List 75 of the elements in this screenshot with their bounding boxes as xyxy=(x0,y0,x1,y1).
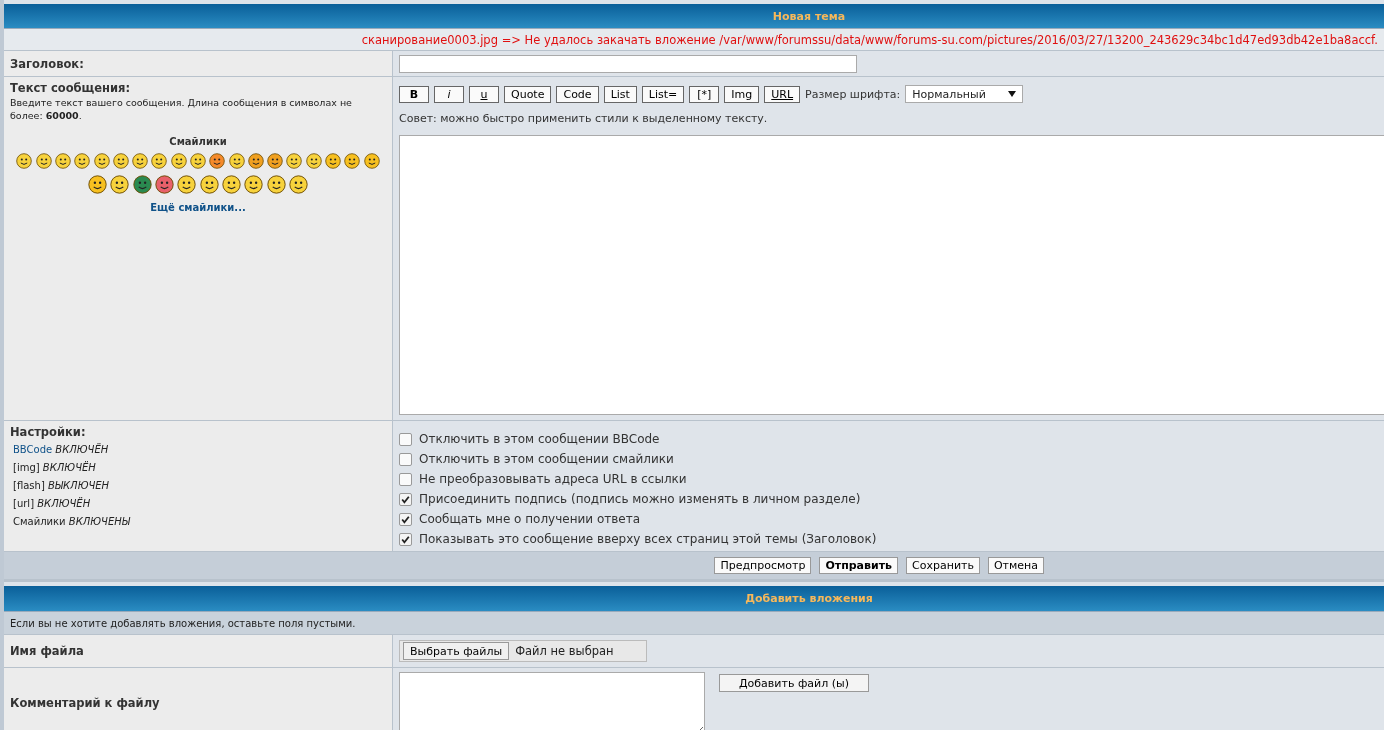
option-checkbox[interactable]: Сообщать мне о получении ответа xyxy=(399,509,1378,529)
format-button[interactable]: List= xyxy=(641,85,685,103)
message-hint: Введите текст вашего сообщения. Длина сообщения в символах не более: 60000. xyxy=(10,96,353,122)
smiley-icon[interactable] xyxy=(209,153,226,169)
smilies-title: Смайлики xyxy=(168,136,228,147)
option-checkbox[interactable]: Показывать это сообщение вверху всех страниц этой темы (Заголовок) xyxy=(399,529,1378,549)
smiley-icon[interactable] xyxy=(288,175,308,194)
file-field[interactable]: Выбрать файлы Файл не выбран xyxy=(399,640,647,662)
file-name-label: Имя файла xyxy=(10,644,84,658)
smiley-icon[interactable] xyxy=(93,153,110,169)
file-comment-field[interactable] xyxy=(399,672,705,730)
smiley-icon[interactable] xyxy=(344,153,361,169)
format-button[interactable]: i xyxy=(434,85,464,103)
smiley-icon[interactable] xyxy=(177,175,197,194)
font-size-select[interactable]: Нормальный xyxy=(905,85,1024,103)
smiley-icon[interactable] xyxy=(88,175,108,194)
format-button[interactable]: List xyxy=(603,85,637,103)
tip-text: Совет: можно быстро применить стили к выделенному тексту. xyxy=(399,112,769,125)
more-smilies-link[interactable]: Ещё смайлики... xyxy=(10,202,386,213)
file-comment-label: Комментарий к файлу xyxy=(10,696,160,710)
setting-status: [img] ВКЛЮЧЁН xyxy=(13,461,97,475)
smiley-icon[interactable] xyxy=(199,175,219,194)
setting-status: [flash] ВЫКЛЮЧЕН xyxy=(13,479,111,493)
error-message: сканирование0003.jpg => Не удалось закачать вложение /var/www/forumssu/data/www/forums-su.com/pictures/2016/03/27/13200_243629c34bc1d47ed93db42e1ba8accf. xyxy=(361,32,1378,47)
setting-status: [url] ВКЛЮЧЁН xyxy=(13,497,92,511)
message-label: Текст сообщения: xyxy=(10,81,132,95)
smiley-icon[interactable] xyxy=(74,153,91,169)
format-button[interactable]: Quote xyxy=(504,85,552,103)
format-button[interactable]: [*] xyxy=(689,85,720,103)
action-button[interactable]: Предпросмотр xyxy=(714,557,812,574)
option-checkbox[interactable]: Присоединить подпись (подпись можно изменять в личном разделе) xyxy=(399,489,1378,509)
smiley-icon[interactable] xyxy=(267,153,284,169)
format-button[interactable]: B xyxy=(399,85,429,103)
smiley-icon[interactable] xyxy=(16,153,33,169)
smiley-icon[interactable] xyxy=(110,175,130,194)
setting-status: BBCode ВКЛЮЧЁН xyxy=(13,443,110,457)
smiley-icon[interactable] xyxy=(155,175,175,194)
caret-icon xyxy=(1008,91,1017,97)
format-button[interactable]: URL xyxy=(764,85,801,103)
action-button[interactable]: Сохранить xyxy=(906,557,980,574)
smiley-icon[interactable] xyxy=(228,153,245,169)
smiley-icon[interactable] xyxy=(132,175,152,194)
add-file-button[interactable]: Добавить файл (ы) xyxy=(719,674,869,692)
settings-label: Настройки: xyxy=(10,425,87,439)
font-size-label: Размер шрифта: xyxy=(805,87,901,101)
smiley-icon[interactable] xyxy=(247,153,264,169)
smiley-icon[interactable] xyxy=(266,175,286,194)
option-checkbox[interactable]: Не преобразовывать адреса URL в ссылки xyxy=(399,469,1378,489)
attachment-note: Если вы не хотите добавлять вложения, оставьте поля пустыми. xyxy=(10,617,356,629)
message-field[interactable] xyxy=(399,135,1384,415)
smiley-icon[interactable] xyxy=(325,153,342,169)
smiley-icon[interactable] xyxy=(221,175,241,194)
smiley-icon[interactable] xyxy=(35,153,52,169)
subject-field[interactable] xyxy=(399,54,857,73)
option-checkbox[interactable]: Отключить в этом сообщении BBCode xyxy=(399,429,1378,449)
smiley-icon[interactable] xyxy=(170,153,187,169)
format-button[interactable]: Img xyxy=(724,85,760,103)
smiley-icon[interactable] xyxy=(54,153,71,169)
smiley-icon[interactable] xyxy=(112,153,129,169)
smiley-icon[interactable] xyxy=(132,153,149,169)
smiley-icon[interactable] xyxy=(363,153,380,169)
format-button[interactable]: u xyxy=(469,85,499,103)
setting-status: Смайлики ВКЛЮЧЕНЫ xyxy=(13,515,132,529)
format-button[interactable]: Code xyxy=(556,85,599,103)
smiley-icon[interactable] xyxy=(305,153,322,169)
section-title: Новая тема xyxy=(771,9,846,23)
smiley-icon[interactable] xyxy=(286,153,303,169)
subject-label: Заголовок: xyxy=(10,56,84,71)
action-button[interactable]: Отмена xyxy=(987,557,1044,574)
smiley-icon[interactable] xyxy=(190,153,206,169)
section-title: Добавить вложения xyxy=(744,592,873,605)
smiley-icon[interactable] xyxy=(244,175,264,194)
action-button[interactable]: Отправить xyxy=(819,557,899,574)
option-checkbox[interactable]: Отключить в этом сообщении смайлики xyxy=(399,449,1378,469)
smiley-icon[interactable] xyxy=(151,153,168,169)
